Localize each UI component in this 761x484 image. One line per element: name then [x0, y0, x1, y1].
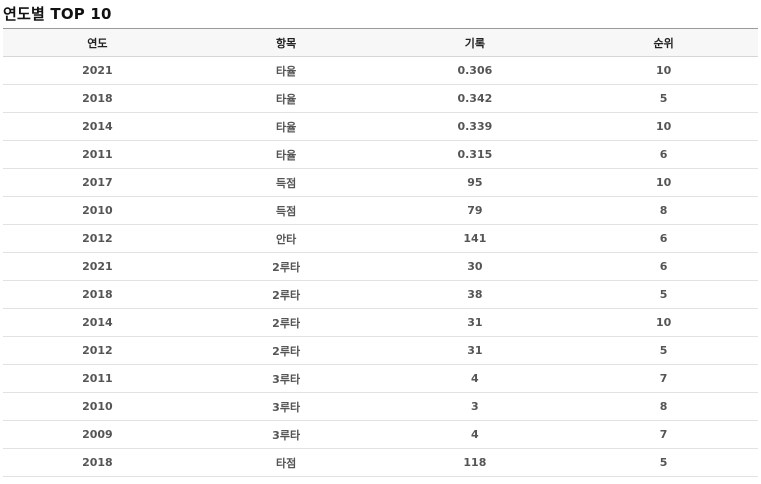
- cell-year: 2018: [82, 92, 113, 105]
- cell-rank: 6: [659, 260, 668, 273]
- cell-record: 95: [467, 176, 483, 189]
- table-row: 2017 득점 95 10: [3, 169, 758, 197]
- cell-rank: 8: [659, 400, 668, 413]
- cell-item: 득점: [276, 176, 297, 190]
- table-header-row: 연도 항목 기록 순위: [3, 28, 758, 57]
- cell-year: 2018: [82, 288, 113, 301]
- table-body: 2021 타율 0.306 10 2018 타율 0.342 5 2014 타율 0.339 10 20…: [3, 57, 758, 477]
- cell-rank: 5: [659, 92, 668, 105]
- cell-item: 득점: [276, 204, 297, 218]
- table-header: 연도 항목 기록 순위: [3, 28, 758, 57]
- cell-rank: 10: [655, 176, 672, 189]
- cell-record: 79: [467, 204, 483, 217]
- cell-record: 4: [471, 428, 479, 441]
- cell-record: 3: [471, 400, 479, 413]
- cell-item: 2루타: [272, 260, 301, 274]
- table-row: 2021 2루타 30 6: [3, 253, 758, 281]
- cell-item: 3루타: [272, 400, 301, 414]
- table-row: 2009 3루타 4 7: [3, 421, 758, 449]
- cell-rank: 10: [655, 120, 672, 133]
- cell-item: 타점: [276, 456, 297, 470]
- table-row: 2021 타율 0.306 10: [3, 57, 758, 85]
- cell-rank: 5: [659, 456, 668, 469]
- cell-year: 2012: [82, 232, 113, 245]
- cell-year: 2014: [82, 316, 113, 329]
- table-row: 2011 타율 0.315 6: [3, 141, 758, 169]
- cell-year: 2010: [82, 400, 113, 413]
- table-row: 2014 타율 0.339 10: [3, 113, 758, 141]
- cell-item: 2루타: [272, 344, 301, 358]
- cell-year: 2011: [82, 372, 113, 385]
- cell-rank: 10: [655, 64, 672, 77]
- cell-rank: 6: [659, 232, 668, 245]
- table-row: 2010 3루타 3 8: [3, 393, 758, 421]
- cell-rank: 6: [659, 148, 668, 161]
- cell-record: 0.306: [457, 64, 493, 77]
- cell-year: 2021: [82, 260, 113, 273]
- cell-record: 31: [467, 344, 483, 357]
- cell-item: 3루타: [272, 428, 301, 442]
- table-row: 2010 득점 79 8: [3, 197, 758, 225]
- cell-year: 2011: [82, 148, 113, 161]
- cell-record: 0.339: [457, 120, 493, 133]
- table-row: 2012 안타 141 6: [3, 225, 758, 253]
- table-row: 2011 3루타 4 7: [3, 365, 758, 393]
- cell-year: 2009: [82, 428, 113, 441]
- column-header-year: 연도: [87, 36, 108, 50]
- cell-rank: 7: [659, 428, 668, 441]
- cell-record: 141: [463, 232, 487, 245]
- cell-item: 타율: [276, 64, 297, 78]
- table-row: 2014 2루타 31 10: [3, 309, 758, 337]
- cell-record: 0.315: [457, 148, 493, 161]
- column-header-record: 기록: [464, 36, 485, 50]
- cell-year: 2021: [82, 64, 113, 77]
- table-row: 2018 타율 0.342 5: [3, 85, 758, 113]
- cell-rank: 10: [655, 316, 672, 329]
- cell-year: 2018: [82, 456, 113, 469]
- column-header-rank: 순위: [653, 36, 674, 50]
- cell-record: 30: [467, 260, 483, 273]
- table-row: 2012 2루타 31 5: [3, 337, 758, 365]
- cell-item: 타율: [276, 148, 297, 162]
- cell-record: 4: [471, 372, 479, 385]
- yearly-top10-table: 연도 항목 기록 순위 2021 타율 0.306 10 2018 타율 0.342 5 201…: [3, 28, 758, 477]
- cell-year: 2017: [82, 176, 113, 189]
- cell-rank: 5: [659, 344, 668, 357]
- section-title: 연도별 TOP 10: [3, 5, 112, 23]
- cell-item: 2루타: [272, 316, 301, 330]
- cell-year: 2014: [82, 120, 113, 133]
- cell-record: 0.342: [457, 92, 493, 105]
- cell-record: 31: [467, 316, 483, 329]
- cell-item: 2루타: [272, 288, 301, 302]
- cell-item: 타율: [276, 120, 297, 134]
- cell-item: 타율: [276, 92, 297, 106]
- cell-item: 3루타: [272, 372, 301, 386]
- cell-rank: 5: [659, 288, 668, 301]
- column-header-item: 항목: [276, 36, 297, 50]
- cell-rank: 8: [659, 204, 668, 217]
- table-row: 2018 타점 118 5: [3, 449, 758, 477]
- cell-record: 118: [463, 456, 487, 469]
- cell-record: 38: [467, 288, 483, 301]
- cell-year: 2012: [82, 344, 113, 357]
- cell-item: 안타: [276, 232, 297, 246]
- cell-year: 2010: [82, 204, 113, 217]
- cell-rank: 7: [659, 372, 668, 385]
- table-row: 2018 2루타 38 5: [3, 281, 758, 309]
